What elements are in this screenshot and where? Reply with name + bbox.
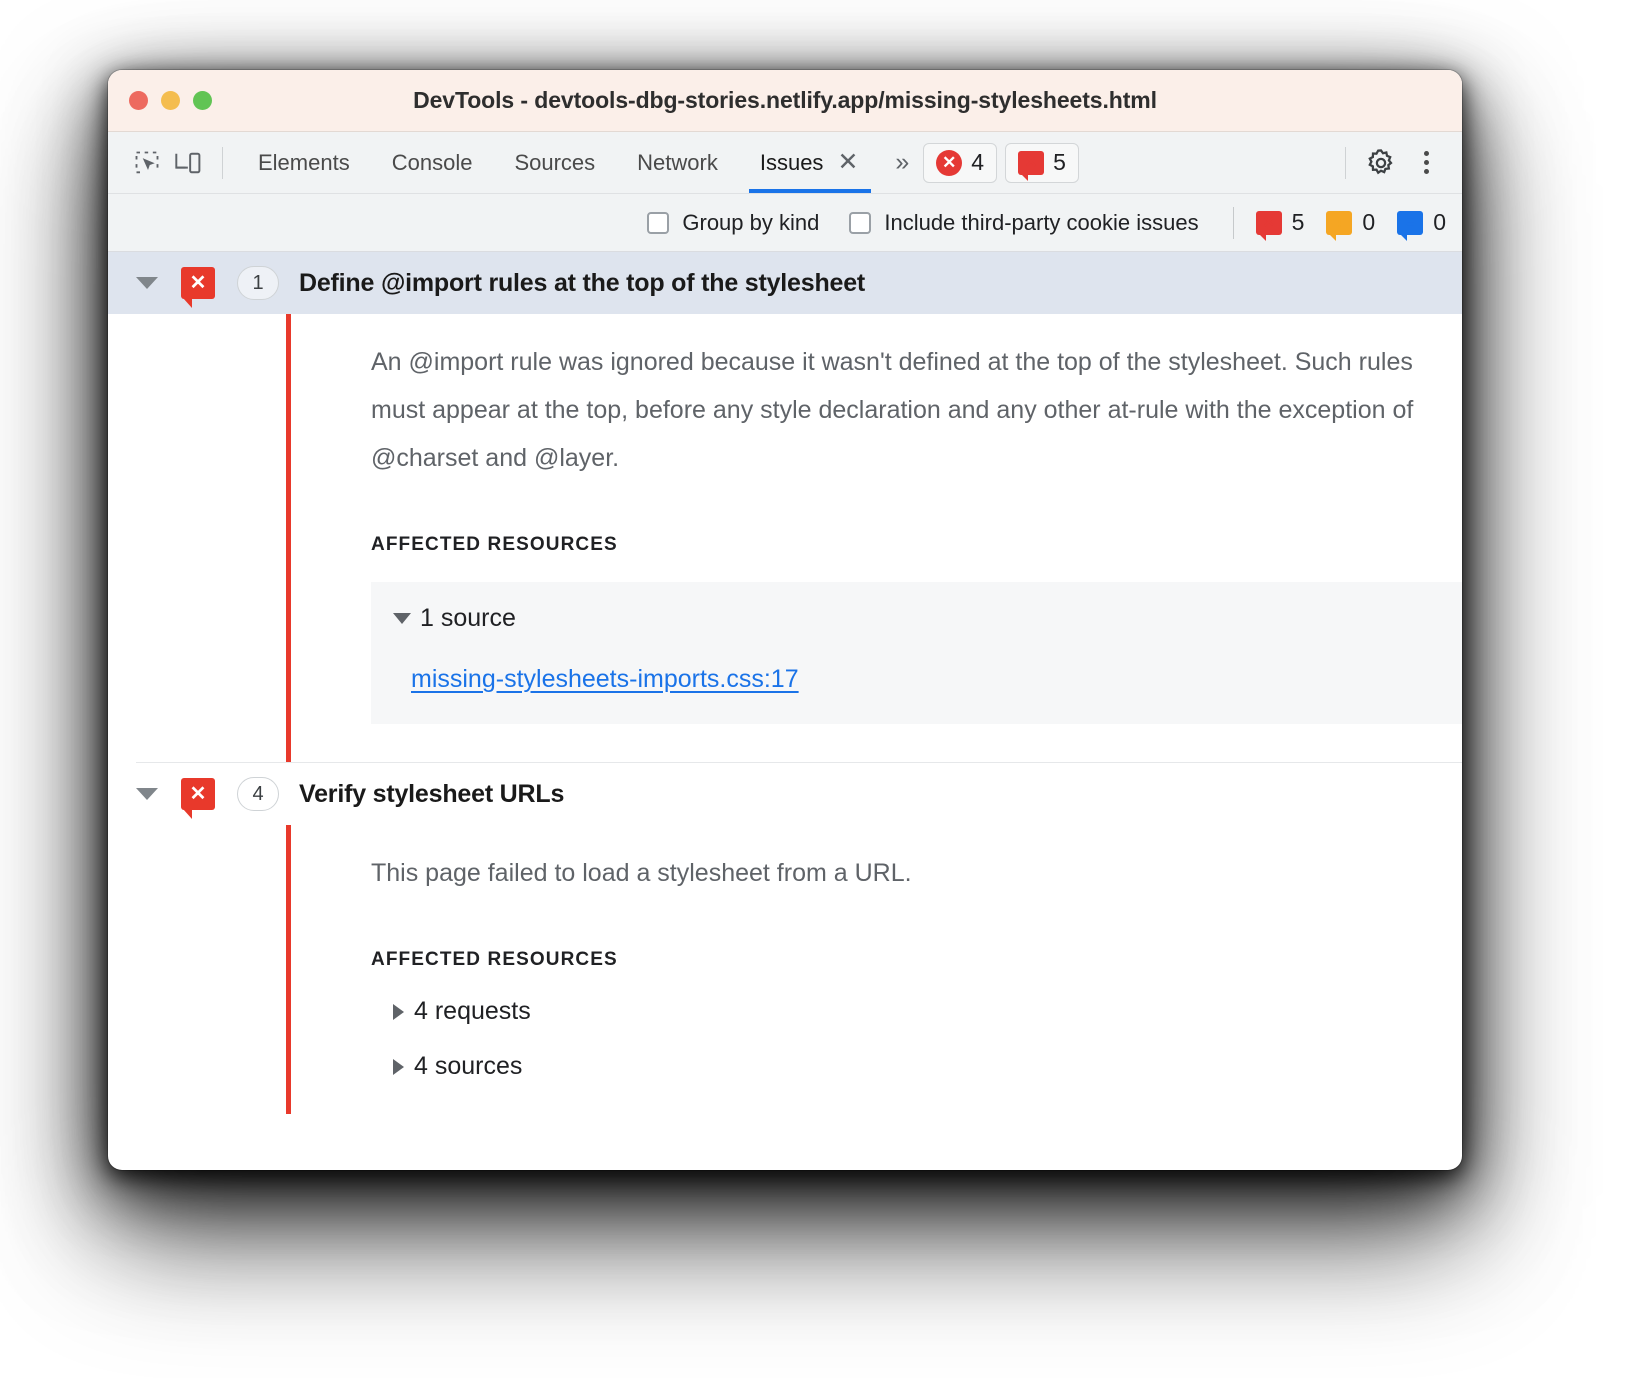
console-error-count: 4 xyxy=(971,149,984,176)
resource-toggle-label: 4 sources xyxy=(414,1052,522,1081)
panel-tabs: Elements Console Sources Network Issues … xyxy=(237,132,881,193)
error-count-group: ✕ 5 xyxy=(1256,209,1305,236)
group-by-kind-label: Group by kind xyxy=(682,210,819,236)
group-by-kind-checkbox[interactable] xyxy=(647,212,669,234)
traffic-lights xyxy=(129,91,212,110)
tab-sources[interactable]: Sources xyxy=(493,132,616,193)
chevron-right-icon[interactable] xyxy=(393,1004,404,1020)
close-icon[interactable]: ✕ xyxy=(837,150,858,175)
chevron-down-icon[interactable] xyxy=(393,613,411,624)
issue-header-verify-urls[interactable]: ✕ 4 Verify stylesheet URLs xyxy=(108,763,1462,825)
error-bubble-icon: ✕ xyxy=(181,778,215,810)
devtools-window: DevTools - devtools-dbg-stories.netlify.… xyxy=(108,70,1462,1170)
issues-list: ✕ 1 Define @import rules at the top of t… xyxy=(108,252,1462,1114)
warning-count-group: ! 0 xyxy=(1326,209,1375,236)
affected-resources-label: AFFECTED RESOURCES xyxy=(371,534,1462,556)
issue-description: An @import rule was ignored because it w… xyxy=(371,314,1462,482)
info-count-value: 0 xyxy=(1433,209,1446,236)
issue-header-import-rules[interactable]: ✕ 1 Define @import rules at the top of t… xyxy=(108,252,1462,314)
devtools-toolbar: Elements Console Sources Network Issues … xyxy=(108,132,1462,194)
gear-icon[interactable] xyxy=(1360,142,1402,184)
affected-resources-label: AFFECTED RESOURCES xyxy=(371,949,1462,971)
tab-network[interactable]: Network xyxy=(616,132,739,193)
tab-console[interactable]: Console xyxy=(371,132,494,193)
tab-elements-label: Elements xyxy=(258,150,350,176)
issue-title: Verify stylesheet URLs xyxy=(299,780,564,809)
issue-body-spacer xyxy=(371,724,1462,762)
toolbar-divider-right xyxy=(1345,147,1346,179)
tab-network-label: Network xyxy=(637,150,718,176)
tab-issues-label: Issues xyxy=(760,150,824,176)
group-by-kind-checkbox-row[interactable]: Group by kind xyxy=(647,210,819,236)
tab-issues[interactable]: Issues ✕ xyxy=(739,132,882,193)
console-issue-count: 5 xyxy=(1053,149,1066,176)
close-window-button[interactable] xyxy=(129,91,148,110)
toolbar-divider xyxy=(222,147,223,179)
console-issue-counter[interactable]: ✕ 5 xyxy=(1005,143,1079,183)
toolbar-right-group xyxy=(1335,142,1446,184)
tab-sources-label: Sources xyxy=(514,150,595,176)
issue-title: Define @import rules at the top of the s… xyxy=(299,269,865,298)
info-count-group: ≡ 0 xyxy=(1397,209,1446,236)
window-title: DevTools - devtools-dbg-stories.netlify.… xyxy=(108,87,1462,114)
warning-bubble-icon: ! xyxy=(1326,211,1352,235)
resource-toggle-label: 4 requests xyxy=(414,997,531,1026)
warning-count-value: 0 xyxy=(1362,209,1375,236)
window-titlebar: DevTools - devtools-dbg-stories.netlify.… xyxy=(108,70,1462,132)
filter-divider xyxy=(1233,207,1234,239)
third-party-cookie-label: Include third-party cookie issues xyxy=(884,210,1198,236)
issue-description: This page failed to load a stylesheet fr… xyxy=(371,825,1462,897)
error-bubble-icon: ✕ xyxy=(1256,211,1282,235)
issue-count-badge: 4 xyxy=(237,777,279,811)
resource-toggle-requests[interactable]: 4 requests xyxy=(393,997,1462,1026)
third-party-cookie-checkbox-row[interactable]: Include third-party cookie issues xyxy=(849,210,1198,236)
resource-toggle-label: 1 source xyxy=(420,604,516,633)
kebab-menu-icon[interactable] xyxy=(1406,143,1446,183)
console-error-counter[interactable]: ✕ 4 xyxy=(923,143,997,183)
affected-resources-box: 1 source missing-stylesheets-imports.css… xyxy=(371,582,1462,724)
minimize-window-button[interactable] xyxy=(161,91,180,110)
tab-console-label: Console xyxy=(392,150,473,176)
issue-body-import-rules: An @import rule was ignored because it w… xyxy=(286,314,1462,762)
more-tabs-icon[interactable]: » xyxy=(881,148,915,177)
resource-toggle-sources[interactable]: 1 source xyxy=(393,604,1462,633)
error-count-value: 5 xyxy=(1292,209,1305,236)
inspect-element-icon[interactable] xyxy=(126,142,168,184)
tab-elements[interactable]: Elements xyxy=(237,132,371,193)
chevron-down-icon[interactable] xyxy=(136,788,158,800)
device-toolbar-icon[interactable] xyxy=(168,142,210,184)
chevron-right-icon[interactable] xyxy=(393,1059,404,1075)
issue-bubble-icon: ✕ xyxy=(1018,151,1044,175)
info-bubble-icon: ≡ xyxy=(1397,211,1423,235)
resource-toggle-sources[interactable]: 4 sources xyxy=(393,1052,1462,1081)
issue-count-badge: 1 xyxy=(237,266,279,300)
issue-body-verify-urls: This page failed to load a stylesheet fr… xyxy=(286,825,1462,1114)
error-bubble-icon: ✕ xyxy=(181,267,215,299)
zoom-window-button[interactable] xyxy=(193,91,212,110)
screenshot-root: DevTools - devtools-dbg-stories.netlify.… xyxy=(0,0,1650,1378)
third-party-cookie-checkbox[interactable] xyxy=(849,212,871,234)
chevron-down-icon[interactable] xyxy=(136,277,158,289)
affected-resource-link[interactable]: missing-stylesheets-imports.css:17 xyxy=(411,665,799,694)
circle-error-icon: ✕ xyxy=(936,150,962,176)
issues-filter-bar: Group by kind Include third-party cookie… xyxy=(108,194,1462,252)
issue-body-spacer xyxy=(371,1081,1462,1114)
